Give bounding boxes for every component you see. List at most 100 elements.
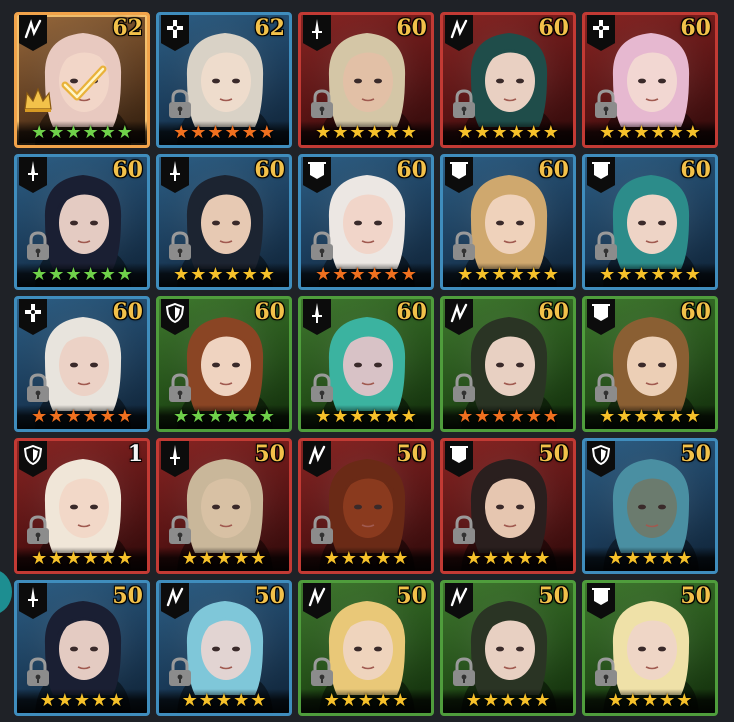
hero-card[interactable]: 60 ★ ★ ★ ★ ★ ★ xyxy=(440,296,576,432)
hero-card[interactable]: 60 ★ ★ ★ ★ ★ ★ xyxy=(14,154,150,290)
star-icon: ★ xyxy=(65,122,82,143)
star-icon: ★ xyxy=(48,548,65,569)
lock-icon xyxy=(169,515,191,544)
star-icon: ★ xyxy=(233,690,250,711)
star-rating: ★ ★ ★ ★ ★ ★ xyxy=(159,121,289,145)
star-icon: ★ xyxy=(650,122,667,143)
star-icon: ★ xyxy=(641,548,659,569)
star-icon: ★ xyxy=(684,264,701,285)
star-rating: ★ ★ ★ ★ ★ xyxy=(443,547,573,571)
star-icon: ★ xyxy=(659,548,676,569)
star-icon: ★ xyxy=(616,406,633,427)
star-icon: ★ xyxy=(534,548,551,569)
star-rating: ★ ★ ★ ★ ★ ★ xyxy=(17,263,147,287)
hero-card[interactable]: 60 ★ ★ ★ ★ ★ ★ xyxy=(582,296,718,432)
hero-level: 50 xyxy=(538,583,569,609)
star-icon: ★ xyxy=(181,690,198,711)
star-icon: ★ xyxy=(224,264,241,285)
side-drawer-tab[interactable] xyxy=(0,570,12,614)
hero-card[interactable]: 50 ★ ★ ★ ★ ★ xyxy=(440,438,576,574)
lock-icon xyxy=(27,657,49,686)
star-rating: ★ ★ ★ ★ ★ ★ xyxy=(585,263,715,287)
star-icon: ★ xyxy=(190,406,207,427)
star-icon: ★ xyxy=(31,264,48,285)
hero-card[interactable]: 50 ★ ★ ★ ★ ★ xyxy=(14,580,150,716)
star-icon: ★ xyxy=(48,122,65,143)
star-icon: ★ xyxy=(224,122,241,143)
selected-check-icon xyxy=(61,65,107,101)
star-icon: ★ xyxy=(525,122,542,143)
star-rating: ★ ★ ★ ★ ★ ★ xyxy=(443,121,573,145)
lock-icon xyxy=(27,231,49,260)
star-icon: ★ xyxy=(250,690,267,711)
hero-level: 1 xyxy=(127,441,143,467)
hero-level: 60 xyxy=(396,157,427,183)
star-icon: ★ xyxy=(48,264,65,285)
star-icon: ★ xyxy=(659,690,676,711)
star-icon: ★ xyxy=(400,406,417,427)
hero-card[interactable]: 60 ★ ★ ★ ★ ★ ★ xyxy=(156,296,292,432)
hero-card[interactable]: 60 ★ ★ ★ ★ ★ ★ xyxy=(440,12,576,148)
lock-icon xyxy=(595,231,617,260)
hero-level: 60 xyxy=(538,299,569,325)
star-icon: ★ xyxy=(542,122,559,143)
star-icon: ★ xyxy=(233,548,250,569)
hero-card[interactable]: 60 ★ ★ ★ ★ ★ ★ xyxy=(298,296,434,432)
hero-card[interactable]: 60 ★ ★ ★ ★ ★ ★ xyxy=(582,154,718,290)
hero-card[interactable]: 50 ★ ★ ★ ★ ★ xyxy=(156,580,292,716)
star-icon: ★ xyxy=(508,122,525,143)
hero-card[interactable]: 50 ★ ★ ★ ★ ★ xyxy=(156,438,292,574)
star-icon: ★ xyxy=(392,690,409,711)
star-icon: ★ xyxy=(542,264,559,285)
star-icon: ★ xyxy=(676,548,693,569)
lock-icon xyxy=(595,657,617,686)
lock-icon xyxy=(453,89,475,118)
star-icon: ★ xyxy=(366,122,383,143)
hero-level: 50 xyxy=(112,583,143,609)
star-icon: ★ xyxy=(366,264,383,285)
hero-card[interactable]: 60 ★ ★ ★ ★ ★ ★ xyxy=(582,12,718,148)
hero-card[interactable]: 62 ★ ★ ★ ★ ★ ★ xyxy=(156,12,292,148)
star-rating: ★ ★ ★ ★ ★ xyxy=(301,689,431,713)
lock-icon xyxy=(311,231,333,260)
hero-card[interactable]: 60 ★ ★ ★ ★ ★ ★ xyxy=(156,154,292,290)
star-icon: ★ xyxy=(340,690,357,711)
lock-icon xyxy=(169,373,191,402)
lock-icon xyxy=(311,657,333,686)
star-icon: ★ xyxy=(241,264,258,285)
lock-icon xyxy=(27,515,49,544)
star-icon: ★ xyxy=(323,548,340,569)
hero-card[interactable]: 50 ★ ★ ★ ★ ★ xyxy=(298,438,434,574)
hero-card[interactable]: 50 ★ ★ ★ ★ ★ xyxy=(298,580,434,716)
hero-card[interactable]: 50 ★ ★ ★ ★ ★ xyxy=(582,580,718,716)
hero-card[interactable]: 60 ★ ★ ★ ★ ★ ★ xyxy=(298,154,434,290)
star-icon: ★ xyxy=(116,264,133,285)
star-icon: ★ xyxy=(323,690,340,711)
lock-icon xyxy=(453,231,475,260)
star-icon: ★ xyxy=(349,122,366,143)
star-icon: ★ xyxy=(633,264,650,285)
star-icon: ★ xyxy=(48,406,65,427)
star-icon: ★ xyxy=(82,264,99,285)
star-icon: ★ xyxy=(624,690,641,711)
hero-card[interactable]: 62 ★ ★ ★ ★ ★ ★ xyxy=(14,12,150,148)
hero-card[interactable]: 1 ★ ★ ★ ★ ★ ★ xyxy=(14,438,150,574)
hero-level: 60 xyxy=(680,299,711,325)
hero-card[interactable]: 50 ★ ★ ★ ★ ★ xyxy=(582,438,718,574)
star-icon: ★ xyxy=(392,548,409,569)
star-icon: ★ xyxy=(116,122,133,143)
hero-level: 62 xyxy=(254,15,285,41)
lock-icon xyxy=(453,657,475,686)
star-icon: ★ xyxy=(315,406,332,427)
hero-card[interactable]: 60 ★ ★ ★ ★ ★ ★ xyxy=(440,154,576,290)
lock-icon xyxy=(311,515,333,544)
star-icon: ★ xyxy=(491,406,508,427)
hero-card[interactable]: 50 ★ ★ ★ ★ ★ xyxy=(440,580,576,716)
star-icon: ★ xyxy=(173,406,190,427)
star-rating: ★ ★ ★ ★ ★ ★ xyxy=(17,547,147,571)
star-icon: ★ xyxy=(65,548,82,569)
lock-icon xyxy=(169,89,191,118)
star-icon: ★ xyxy=(315,122,332,143)
hero-card[interactable]: 60 ★ ★ ★ ★ ★ ★ xyxy=(14,296,150,432)
hero-card[interactable]: 60 ★ ★ ★ ★ ★ ★ xyxy=(298,12,434,148)
